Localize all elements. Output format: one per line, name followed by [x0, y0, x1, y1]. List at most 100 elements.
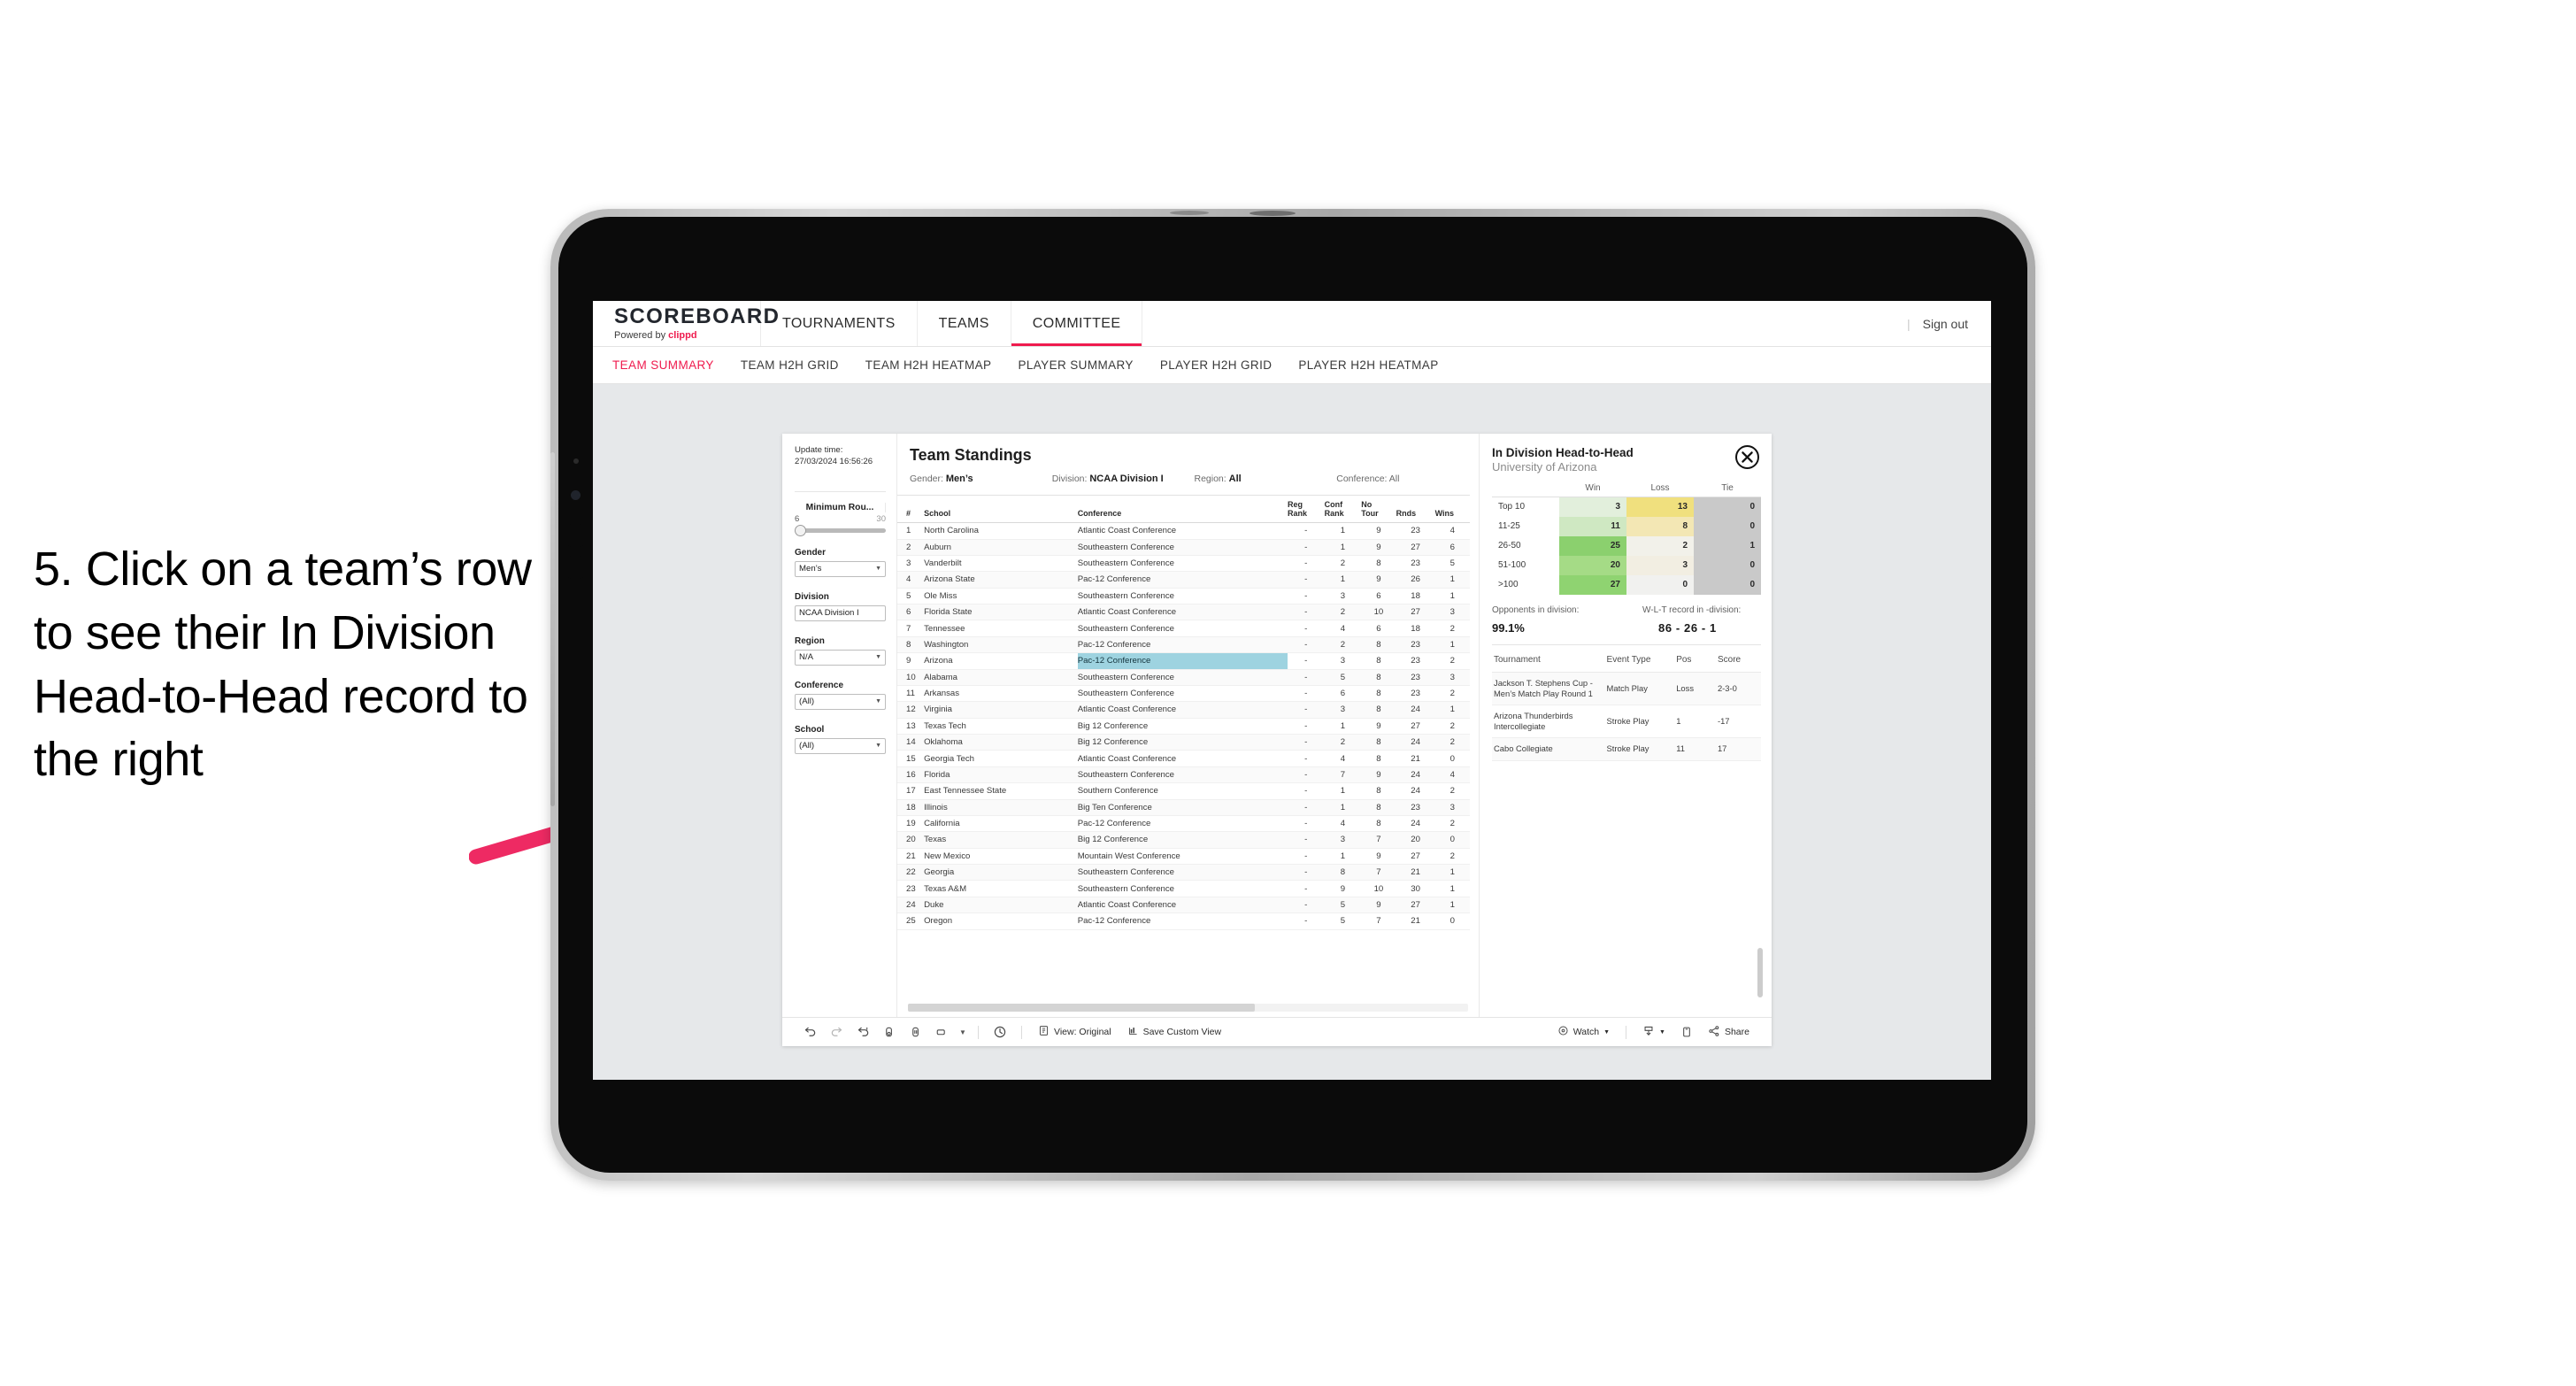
cell-no-tour: 10 [1361, 604, 1396, 621]
table-row[interactable]: 2 Auburn Southeastern Conference -1 9 27 6 [897, 539, 1470, 556]
table-row[interactable]: 25 Oregon Pac-12 Conference -5 7 21 0 [897, 912, 1470, 930]
region-select[interactable]: N/A ▼ [795, 649, 886, 666]
table-row[interactable]: 19 California Pac-12 Conference -4 8 24 2 [897, 815, 1470, 833]
cell-rnds: 21 [1396, 750, 1435, 767]
tablet-volume-down-button[interactable] [568, 556, 583, 579]
sign-out-link[interactable]: Sign out [1923, 317, 1968, 331]
tournament-row[interactable]: Cabo Collegiate Stroke Play 11 17 [1492, 737, 1761, 761]
cell-conf-rank: 7 [1324, 766, 1362, 784]
col-rank[interactable]: # [897, 495, 925, 524]
table-row[interactable]: 12 Virginia Atlantic Coast Conference -3 8 24… [897, 701, 1470, 719]
table-row[interactable]: 15 Georgia Tech Atlantic Coast Conference -… [897, 750, 1470, 767]
table-row[interactable]: 1 North Carolina Atlantic Coast Conference… [897, 522, 1470, 540]
conference-select[interactable]: (All) ▼ [795, 693, 886, 710]
undo-icon[interactable] [796, 1022, 823, 1042]
h2h-row: 26-50 25 2 1 [1492, 535, 1761, 556]
tcol-tournament[interactable]: Tournament [1492, 646, 1605, 673]
tablet-volume-up-button[interactable] [568, 524, 583, 547]
table-row[interactable]: 20 Texas Big 12 Conference -3 7 20 0 [897, 831, 1470, 849]
col-reg-rank[interactable]: Reg Rank [1287, 495, 1325, 524]
table-row[interactable]: 16 Florida Southeastern Conference -7 9 24 4 [897, 766, 1470, 784]
table-row[interactable]: 6 Florida State Atlantic Coast Conference -… [897, 604, 1470, 621]
h2h-tie-cell: 0 [1694, 574, 1761, 595]
standings-table-wrapper[interactable]: # School Conference Reg Rank Conf Rank No T… [897, 495, 1479, 1002]
table-row[interactable]: 7 Tennessee Southeastern Conference -4 6 18 2 [897, 620, 1470, 637]
cell-reg-rank: - [1287, 588, 1325, 605]
school-select[interactable]: (All) ▼ [795, 737, 886, 754]
tournament-row[interactable]: Arizona Thunderbirds Intercollegiate Stro… [1492, 705, 1761, 739]
nav-item-teams[interactable]: TEAMS [918, 301, 1011, 346]
table-row[interactable]: 13 Texas Tech Big 12 Conference -1 9 27 2 [897, 718, 1470, 735]
cell-rank: 3 [897, 555, 925, 573]
table-row[interactable]: 22 Georgia Southeastern Conference -8 7 21 1 [897, 864, 1470, 882]
tab-player-summary[interactable]: PLAYER SUMMARY [1018, 358, 1133, 372]
col-rnds[interactable]: Rnds [1396, 495, 1435, 524]
cell-reg-rank: - [1287, 799, 1325, 816]
tcol-pos[interactable]: Pos [1674, 646, 1716, 673]
save-custom-view-button[interactable]: Save Custom View [1119, 1025, 1230, 1039]
tournament-vertical-scrollbar[interactable] [1757, 948, 1763, 997]
brand-logo[interactable]: SCOREBOARD Powered by clippd [593, 301, 779, 346]
view-original-button[interactable]: View: Original [1030, 1025, 1119, 1039]
col-school[interactable]: School [924, 495, 1078, 524]
table-row[interactable]: 5 Ole Miss Southeastern Conference -3 6 18 1 [897, 588, 1470, 605]
division-select[interactable]: NCAA Division I [795, 604, 886, 621]
cell-school: Texas Tech [924, 718, 1078, 735]
tab-team-h2h-heatmap[interactable]: TEAM H2H HEATMAP [865, 358, 992, 372]
horizontal-scrollbar[interactable] [908, 1004, 1468, 1012]
h2h-tie-cell: 0 [1694, 516, 1761, 536]
table-row[interactable]: 24 Duke Atlantic Coast Conference -5 9 27 1 [897, 897, 1470, 914]
revert-icon[interactable] [850, 1022, 876, 1042]
cell-reg-rank: - [1287, 636, 1325, 654]
cell-conference: Atlantic Coast Conference [1077, 522, 1288, 540]
horizontal-scrollbar-thumb[interactable] [908, 1004, 1256, 1012]
device-icon[interactable] [1673, 1022, 1700, 1042]
tab-player-h2h-grid[interactable]: PLAYER H2H GRID [1160, 358, 1273, 372]
table-row[interactable]: 21 New Mexico Mountain West Conference -1 9 2… [897, 848, 1470, 866]
table-row[interactable]: 4 Arizona State Pac-12 Conference -1 9 26 1 [897, 571, 1470, 589]
slider-thumb[interactable] [795, 524, 806, 536]
col-conf-rank[interactable]: Conf Rank [1324, 495, 1362, 524]
stat-opponents-label: Opponents in division: [1492, 604, 1580, 615]
cell-conf-rank: 1 [1324, 522, 1362, 540]
gender-select[interactable]: Men’s ▼ [795, 560, 886, 577]
brand-tagline-prefix: Powered by [614, 330, 669, 341]
tournament-row[interactable]: Jackson T. Stephens Cup - Men’s Match Pl… [1492, 672, 1761, 705]
table-row[interactable]: 3 Vanderbilt Southeastern Conference -2 8 23 5 [897, 555, 1470, 573]
download-button[interactable]: ▼ [1634, 1025, 1673, 1040]
watch-button[interactable]: Watch ▼ [1549, 1025, 1618, 1039]
table-row[interactable]: 23 Texas A&M Southeastern Conference -9 10 30… [897, 880, 1470, 897]
col-conference[interactable]: Conference [1077, 495, 1288, 524]
share-button[interactable]: Share [1700, 1025, 1757, 1040]
panel-divider [1492, 643, 1761, 645]
cell-conf-rank: 4 [1324, 815, 1362, 833]
table-row[interactable]: 8 Washington Pac-12 Conference -2 8 23 1 [897, 636, 1470, 654]
update-time-value: 27/03/2024 16:56:26 [795, 456, 873, 466]
col-wins[interactable]: Wins [1434, 495, 1470, 524]
table-row[interactable]: 17 East Tennessee State Southern Conferenc… [897, 782, 1470, 800]
tournament-header-row: Tournament Event Type Pos Score [1492, 646, 1761, 673]
tab-player-h2h-heatmap[interactable]: PLAYER H2H HEATMAP [1298, 358, 1438, 372]
pause-icon[interactable] [903, 1022, 929, 1042]
nav-item-committee[interactable]: COMMITTEE [1011, 301, 1143, 346]
minimum-rounds-slider[interactable] [795, 524, 886, 536]
table-row[interactable]: 18 Illinois Big Ten Conference -1 8 23 3 [897, 799, 1470, 816]
col-no-tour[interactable]: No Tour [1361, 495, 1396, 524]
table-row[interactable]: 9 Arizona Pac-12 Conference -3 8 23 2 [897, 652, 1470, 670]
tab-team-summary[interactable]: TEAM SUMMARY [612, 358, 714, 372]
close-icon[interactable] [1735, 445, 1759, 469]
tab-team-h2h-grid[interactable]: TEAM H2H GRID [741, 358, 839, 372]
redo-icon[interactable] [823, 1022, 850, 1042]
tcol-score[interactable]: Score [1715, 646, 1761, 673]
tcol-event-type[interactable]: Event Type [1604, 646, 1675, 673]
nav-item-tournaments[interactable]: TOURNAMENTS [761, 301, 918, 346]
history-icon[interactable] [987, 1022, 1013, 1042]
table-row[interactable]: 14 Oklahoma Big 12 Conference -2 8 24 2 [897, 734, 1470, 751]
cell-conference: Southeastern Conference [1077, 669, 1288, 686]
rect-select-icon[interactable] [929, 1022, 956, 1042]
table-row[interactable]: 10 Alabama Southeastern Conference -5 8 23 3 [897, 669, 1470, 686]
table-row[interactable]: 11 Arkansas Southeastern Conference -6 8 23 2 [897, 685, 1470, 703]
chevron-down-icon[interactable]: ▼ [956, 1022, 970, 1042]
tournament-name: Jackson T. Stephens Cup - Men’s Match Pl… [1492, 672, 1605, 705]
refresh-data-icon[interactable] [876, 1022, 903, 1042]
